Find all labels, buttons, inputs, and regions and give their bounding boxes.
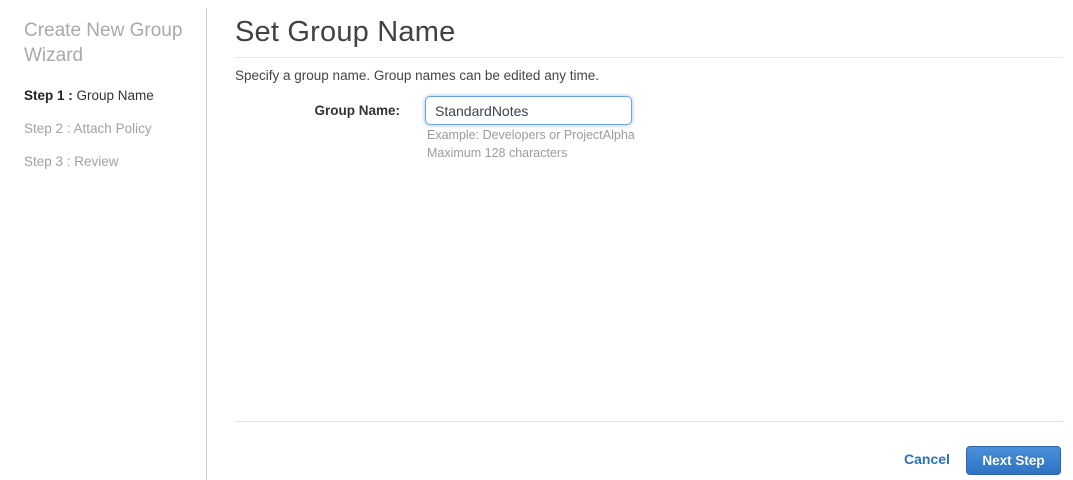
step-prefix: Step 1 : [24,88,77,103]
cancel-button[interactable]: Cancel [904,451,950,467]
step-prefix: Step 3 : [24,154,75,169]
next-step-button[interactable]: Next Step [966,446,1061,475]
wizard-title: Create New Group Wizard [24,20,183,66]
create-group-wizard-page: Create New Group Wizard Step 1 : Group N… [0,0,1073,480]
group-name-label: Group Name: [314,103,400,118]
page-title: Set Group Name [235,16,456,48]
step-label: Group Name [76,88,154,103]
step-prefix: Step 2 : [24,121,74,136]
page-subtitle: Specify a group name. Group names can be… [235,68,599,83]
sidebar-step-review[interactable]: Step 3 : Review [24,154,119,169]
footer-divider [235,421,1063,422]
step-label: Review [74,154,119,169]
sidebar-divider [206,8,207,480]
step-label: Attach Policy [73,121,152,136]
group-name-hint-example: Example: Developers or ProjectAlpha [427,128,635,142]
title-divider [235,57,1063,58]
group-name-input[interactable] [425,96,632,125]
sidebar-step-group-name[interactable]: Step 1 : Group Name [24,88,154,103]
sidebar-step-attach-policy[interactable]: Step 2 : Attach Policy [24,121,152,136]
group-name-hint-max: Maximum 128 characters [427,146,568,160]
